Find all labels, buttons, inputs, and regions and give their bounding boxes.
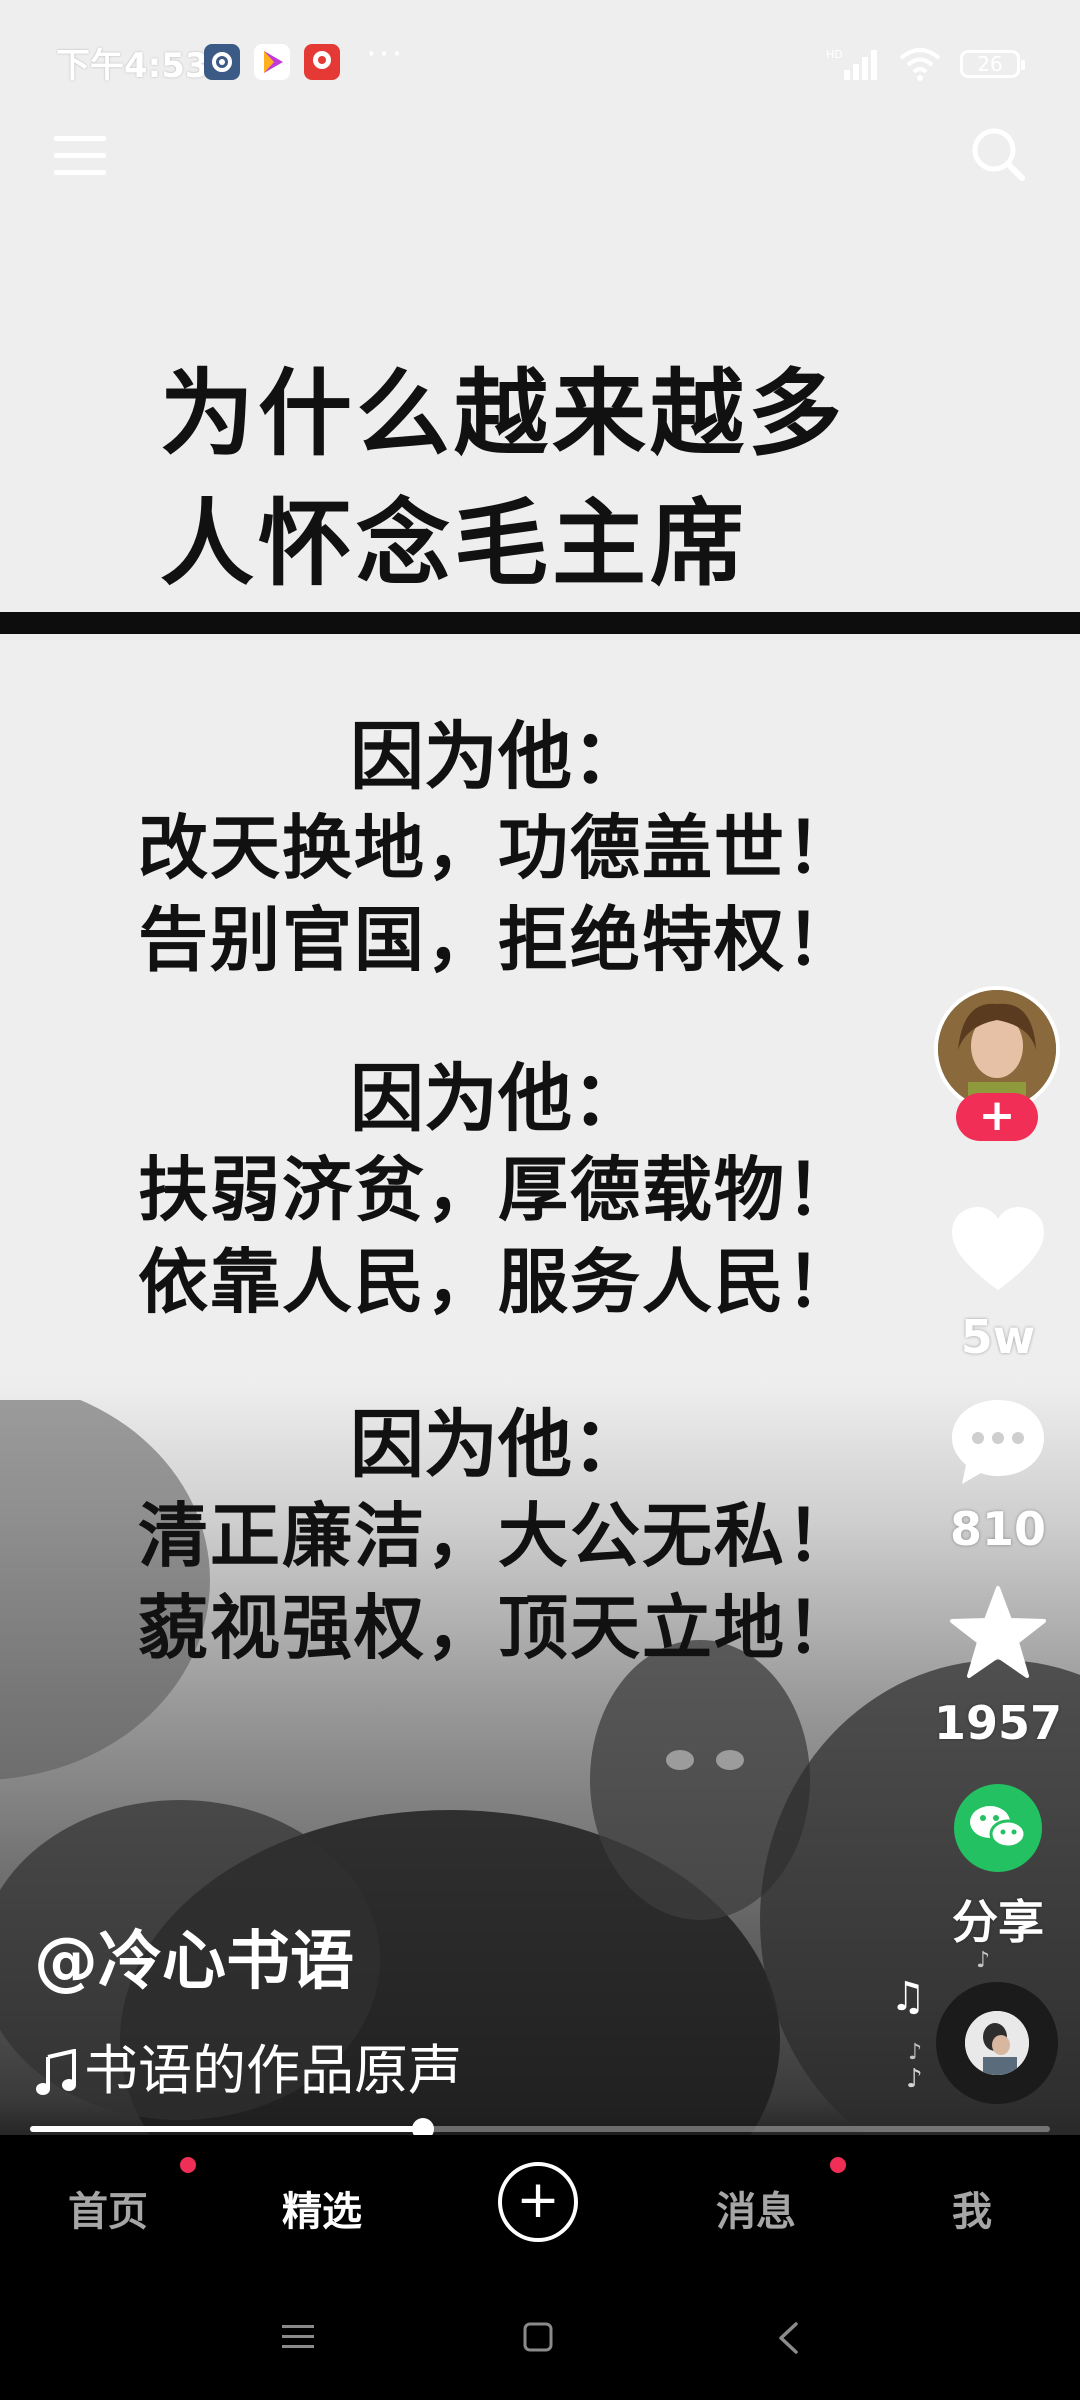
star-icon[interactable] (948, 1584, 1048, 1680)
music-row[interactable]: 书语的作品原声 (34, 2026, 462, 2105)
status-time: 下午4:53 (56, 46, 209, 86)
search-icon[interactable] (970, 126, 1026, 182)
music-note-icon (36, 2049, 76, 2096)
back-icon[interactable] (776, 2321, 800, 2355)
status-bar: 下午4:53 ··· HD 26 (0, 0, 1080, 120)
follow-button[interactable]: + (956, 1093, 1038, 1141)
status-right-group: HD 26 (826, 44, 1025, 84)
nav-messages[interactable]: 消息 (716, 2179, 796, 2237)
music-note-icon: ♪ (908, 2040, 923, 2065)
block-heading: 因为他： (350, 1056, 646, 1142)
menu-icon[interactable] (52, 132, 108, 180)
battery-icon: 26 (960, 50, 1025, 78)
video-progress-bar[interactable] (30, 2118, 1050, 2140)
add-button[interactable]: + (498, 2162, 578, 2242)
video-title-line: 为什么越来越多 (160, 360, 847, 469)
more-notifications-icon: ··· (366, 34, 405, 74)
share-button[interactable] (954, 1784, 1042, 1872)
music-note-icon: ♫ (890, 1974, 926, 2020)
nav-featured[interactable]: 精选 (282, 2179, 362, 2237)
text-block: 因为他： 改天换地，功德盖世！ 告别官国，拒绝特权！ (118, 712, 878, 986)
music-disc[interactable] (936, 1982, 1058, 2104)
divider-bar (0, 612, 1080, 634)
video-title-line: 人怀念毛主席 (160, 490, 749, 599)
block-line: 藐视强权，顶天立地！ (138, 1587, 858, 1669)
music-title: 书语的作品原声 (84, 2039, 462, 2102)
block-line: 告别官国，拒绝特权！ (138, 899, 858, 981)
screen: 下午4:53 ··· HD 26 为什么越来越多 人怀念毛主席 因为他： 改天换… (0, 0, 1080, 2400)
recent-apps-icon[interactable] (280, 2321, 316, 2353)
signal-icon: HD (826, 48, 877, 80)
video-app-icon (254, 44, 290, 80)
comment-count: 810 (949, 1502, 1047, 1556)
red-app-icon (304, 44, 340, 80)
settings-app-icon (204, 44, 240, 80)
block-line: 清正廉洁，大公无私！ (138, 1495, 858, 1577)
video-title: 为什么越来越多 人怀念毛主席 (160, 350, 960, 610)
heart-icon[interactable] (948, 1204, 1048, 1294)
text-block: 因为他： 清正廉洁，大公无私！ 藐视强权，顶天立地！ (118, 1400, 878, 1674)
system-nav-bar (0, 2275, 1080, 2400)
video-progress-fill (30, 2126, 423, 2132)
comment-icon[interactable] (948, 1396, 1048, 1486)
nav-me[interactable]: 我 (952, 2179, 992, 2237)
share-label[interactable]: 分享 (920, 1886, 1076, 1952)
like-count: 5w (960, 1310, 1036, 1364)
music-note-icon: ♪ (906, 2064, 923, 2094)
favorite-count: 1957 (933, 1696, 1063, 1750)
block-heading: 因为他： (350, 714, 646, 800)
nav-home[interactable]: 首页 (68, 2179, 148, 2237)
music-disc-cover (965, 2011, 1029, 2075)
author-username[interactable]: @冷心书语 (34, 1910, 354, 2002)
home-icon[interactable] (522, 2321, 554, 2353)
nav-messages-badge (830, 2157, 846, 2173)
text-block: 因为他： 扶弱济贫，厚德载物！ 依靠人民，服务人民！ (118, 1054, 878, 1328)
network-label: HD (826, 48, 843, 61)
wechat-icon (970, 1806, 1027, 1849)
block-line: 改天换地，功德盖世！ (138, 807, 858, 889)
block-line: 依靠人民，服务人民！ (138, 1241, 858, 1323)
block-heading: 因为他： (350, 1402, 646, 1488)
wifi-icon (899, 48, 941, 81)
music-note-icon: ♪ (976, 1948, 991, 1973)
block-line: 扶弱济贫，厚德载物！ (138, 1149, 858, 1231)
nav-home-badge (180, 2157, 196, 2173)
